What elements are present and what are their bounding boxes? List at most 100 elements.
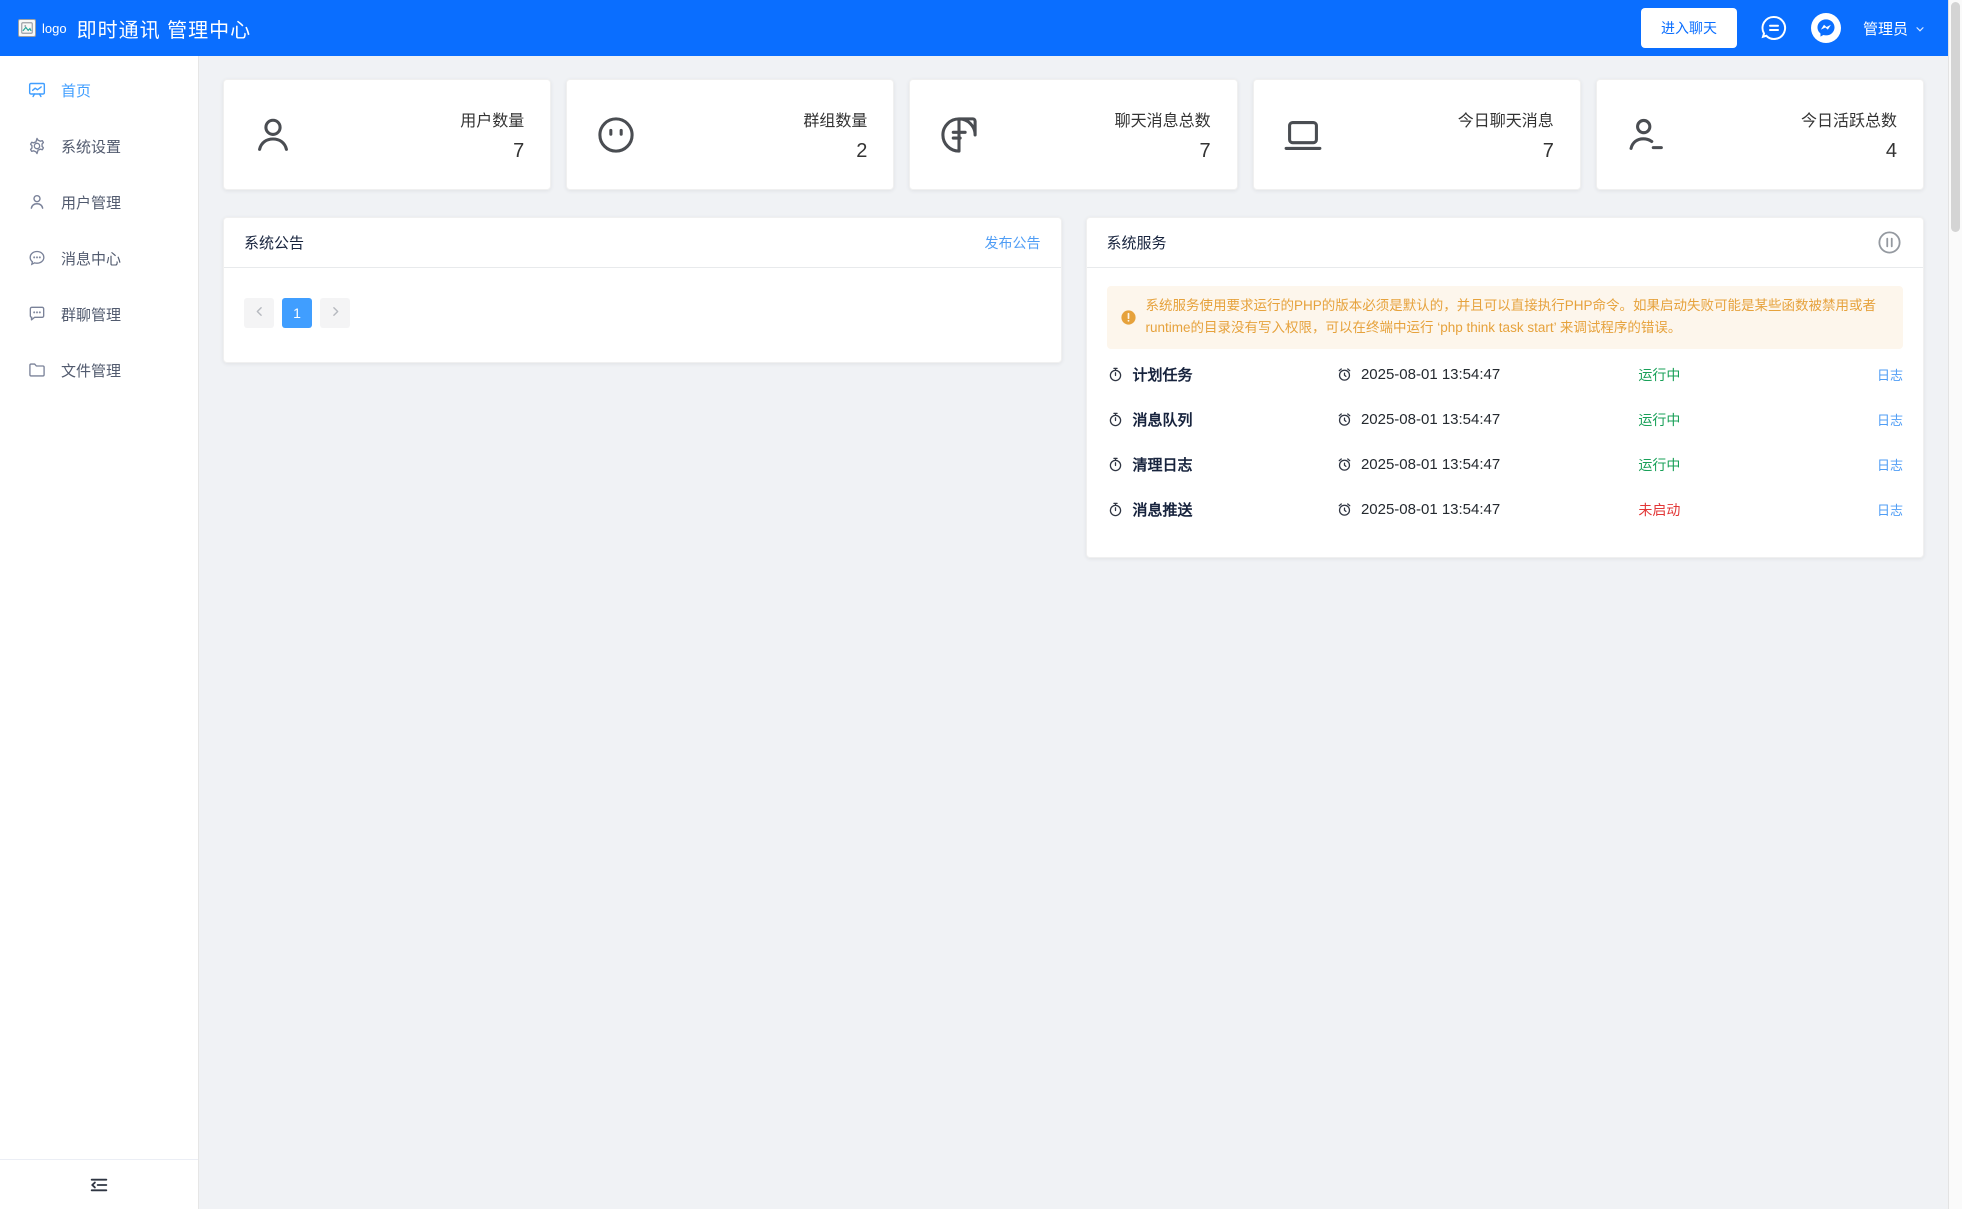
dashboard-icon xyxy=(27,80,47,100)
log-link[interactable]: 日志 xyxy=(1847,365,1903,384)
announcement-panel-header: 系统公告 发布公告 xyxy=(224,218,1061,268)
alarm-clock-icon xyxy=(1336,366,1353,383)
alarm-clock-icon xyxy=(1336,411,1353,428)
pagination: 1 xyxy=(244,298,1041,328)
sidebar-item-system-settings[interactable]: 系统设置 xyxy=(0,118,198,174)
menu-fold-icon[interactable] xyxy=(88,1174,110,1196)
log-link[interactable]: 日志 xyxy=(1847,410,1903,429)
stat-label: 今日活跃总数 xyxy=(1801,112,1898,130)
service-body: 系统服务使用要求运行的PHP的版本必须是默认的，并且可以直接执行PHP命令。如果… xyxy=(1087,268,1924,557)
service-status: 运行中 xyxy=(1638,411,1681,428)
stat-value: 4 xyxy=(1885,139,1898,162)
sidebar-item-label: 系统设置 xyxy=(61,138,122,156)
log-link[interactable]: 日志 xyxy=(1847,500,1903,519)
enter-chat-button[interactable]: 进入聊天 xyxy=(1640,8,1737,48)
warning-text: 系统服务使用要求运行的PHP的版本必须是默认的，并且可以直接执行PHP命令。如果… xyxy=(1145,298,1877,336)
admin-menu[interactable]: 管理员 xyxy=(1863,18,1926,39)
chat-drop-icon xyxy=(936,112,982,158)
scrollbar-thumb[interactable] xyxy=(1951,2,1960,232)
chat-round-icon xyxy=(27,248,47,268)
sidebar-footer xyxy=(0,1159,198,1209)
chevron-left-icon xyxy=(253,305,266,321)
stat-card-groups: 群组数量 2 xyxy=(566,79,895,190)
chat-square-icon xyxy=(27,304,47,324)
admin-label: 管理员 xyxy=(1862,20,1908,38)
stopwatch-icon xyxy=(1107,456,1124,473)
main-content: 用户数量 7 群组数量 2 聊天消息总数 7 今日聊天消息 7 今日活跃总数 4… xyxy=(199,56,1948,1209)
sidebar-item-message-center[interactable]: 消息中心 xyxy=(0,230,198,286)
stopwatch-icon xyxy=(1107,501,1124,518)
stat-card-today-messages: 今日聊天消息 7 xyxy=(1252,79,1581,190)
messenger-avatar-icon[interactable] xyxy=(1810,13,1841,43)
top-header-bar: logo 即时通讯 管理中心 进入聊天 管理员 xyxy=(0,0,1948,56)
laptop-icon xyxy=(1280,112,1326,158)
chevron-down-icon xyxy=(1914,22,1926,34)
sidebar-item-label: 消息中心 xyxy=(61,250,122,268)
sidebar-item-label: 群聊管理 xyxy=(61,306,122,324)
stat-label: 聊天消息总数 xyxy=(1114,112,1211,130)
header-actions: 进入聊天 管理员 xyxy=(1640,8,1926,48)
service-title: 系统服务 xyxy=(1106,235,1167,252)
stat-value: 2 xyxy=(856,139,868,162)
sidebar-item-home[interactable]: 首页 xyxy=(0,62,198,118)
service-panel: 系统服务 系统服务使用要求运行的PHP的版本必须是默认的，并且可以直接执行PHP… xyxy=(1085,217,1924,558)
sidebar-item-label: 首页 xyxy=(61,82,92,100)
stat-card-total-messages: 聊天消息总数 7 xyxy=(909,79,1238,190)
stat-label: 今日聊天消息 xyxy=(1457,112,1554,130)
gear-icon xyxy=(27,136,47,156)
stat-value: 7 xyxy=(513,139,525,162)
service-name: 消息推送 xyxy=(1132,502,1193,520)
sidebar-item-file-management[interactable]: 文件管理 xyxy=(0,342,198,398)
service-row-scheduled-task: 计划任务 2025-08-01 13:54:47 运行中 日志 xyxy=(1107,356,1904,394)
sidebar-item-label: 文件管理 xyxy=(61,362,122,380)
stopwatch-icon xyxy=(1107,366,1124,383)
broken-image-icon xyxy=(18,19,36,37)
service-row-message-push: 消息推送 2025-08-01 13:54:47 未启动 日志 xyxy=(1107,491,1904,529)
service-status: 运行中 xyxy=(1638,366,1681,383)
warning-alert: 系统服务使用要求运行的PHP的版本必须是默认的，并且可以直接执行PHP命令。如果… xyxy=(1106,286,1903,349)
service-time: 2025-08-01 13:54:47 xyxy=(1360,411,1501,429)
chat-bubble-icon[interactable] xyxy=(1759,13,1789,43)
service-name: 计划任务 xyxy=(1132,367,1193,385)
user-icon xyxy=(27,192,47,212)
stopwatch-icon xyxy=(1107,411,1124,428)
face-icon xyxy=(593,112,639,158)
service-status: 运行中 xyxy=(1638,456,1681,473)
user-icon xyxy=(250,112,296,158)
user-check-icon xyxy=(1623,112,1669,158)
sidebar: 首页 系统设置 用户管理 消息中心 群聊管理 文件管理 xyxy=(0,56,199,1209)
sidebar-item-user-management[interactable]: 用户管理 xyxy=(0,174,198,230)
app-logo: logo xyxy=(18,19,67,37)
page-title: 即时通讯 管理中心 xyxy=(76,19,252,42)
pause-circle-icon[interactable] xyxy=(1876,229,1903,256)
service-time: 2025-08-01 13:54:47 xyxy=(1360,456,1501,474)
announcement-title: 系统公告 xyxy=(244,235,305,252)
pagination-page-1[interactable]: 1 xyxy=(282,298,312,328)
log-link[interactable]: 日志 xyxy=(1847,455,1903,474)
chevron-right-icon xyxy=(329,305,342,321)
service-status: 未启动 xyxy=(1638,501,1681,518)
stat-label: 群组数量 xyxy=(803,112,868,130)
stat-card-users: 用户数量 7 xyxy=(223,79,552,190)
scrollbar[interactable] xyxy=(1948,0,1962,1209)
publish-announcement-link[interactable]: 发布公告 xyxy=(985,233,1041,253)
service-time: 2025-08-01 13:54:47 xyxy=(1360,501,1501,519)
service-name: 消息队列 xyxy=(1132,412,1193,430)
sidebar-menu: 首页 系统设置 用户管理 消息中心 群聊管理 文件管理 xyxy=(0,56,198,1159)
sidebar-item-group-chat[interactable]: 群聊管理 xyxy=(0,286,198,342)
stat-label: 用户数量 xyxy=(460,112,525,130)
stat-value: 7 xyxy=(1542,139,1554,162)
stat-card-active-users: 今日活跃总数 4 xyxy=(1595,79,1925,190)
pagination-prev-button[interactable] xyxy=(244,298,274,328)
service-name: 清理日志 xyxy=(1132,457,1193,475)
pagination-next-button[interactable] xyxy=(320,298,350,328)
service-time: 2025-08-01 13:54:47 xyxy=(1360,366,1501,384)
app-window: logo 即时通讯 管理中心 进入聊天 管理员 首页 系统设置 用户管理 消息中… xyxy=(0,0,1948,1209)
sidebar-item-label: 用户管理 xyxy=(61,194,122,212)
alarm-clock-icon xyxy=(1336,501,1353,518)
stats-row: 用户数量 7 群组数量 2 聊天消息总数 7 今日聊天消息 7 今日活跃总数 4 xyxy=(223,79,1925,190)
warning-icon xyxy=(1120,309,1137,326)
stat-value: 7 xyxy=(1199,139,1211,162)
service-panel-header: 系统服务 xyxy=(1086,218,1923,268)
announcement-panel: 系统公告 发布公告 1 xyxy=(223,217,1062,363)
